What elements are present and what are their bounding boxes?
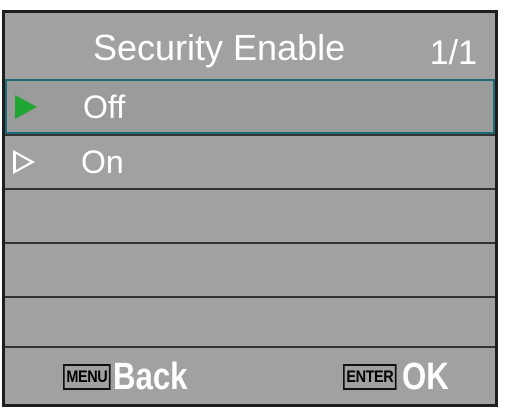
- menu-option-label: Off: [83, 89, 126, 125]
- selected-triangle-icon: [15, 95, 37, 119]
- ok-softkey[interactable]: ENTER OK: [343, 356, 459, 398]
- enter-key-icon: ENTER: [343, 364, 397, 390]
- ok-label: OK: [402, 356, 449, 398]
- empty-menu-row: [5, 242, 495, 296]
- unselected-triangle-icon: [13, 150, 35, 174]
- menu-option-on[interactable]: On: [5, 134, 495, 188]
- menu-option-off[interactable]: Off: [5, 79, 495, 134]
- menu-option-label: On: [81, 144, 124, 180]
- softkey-footer: MENU Back ENTER OK: [5, 346, 495, 404]
- camera-menu-screen: Security Enable 1/1 Off On MENU Back ENT…: [2, 10, 498, 407]
- menu-title: Security Enable: [93, 27, 346, 68]
- menu-header: Security Enable 1/1: [5, 13, 495, 79]
- menu-key-icon: MENU: [63, 364, 111, 390]
- back-label: Back: [113, 356, 188, 398]
- empty-menu-row: [5, 296, 495, 349]
- page-indicator: 1/1: [429, 34, 477, 72]
- back-softkey[interactable]: MENU Back: [63, 356, 204, 398]
- empty-menu-row: [5, 188, 495, 242]
